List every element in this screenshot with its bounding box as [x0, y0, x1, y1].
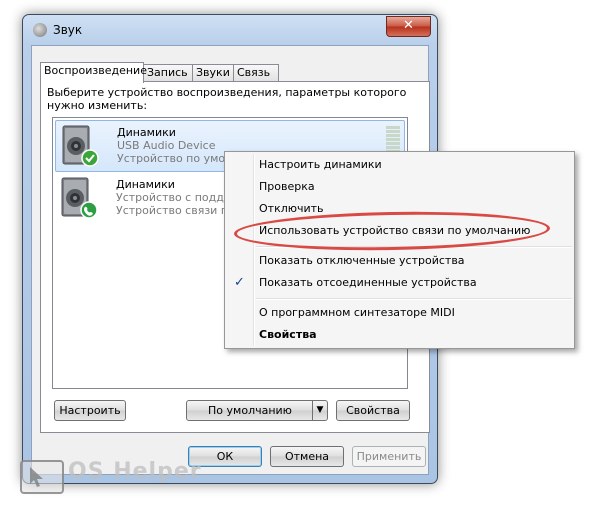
- set-default-split-button[interactable]: По умолчанию ▼: [186, 400, 328, 421]
- set-default-label: По умолчанию: [208, 404, 292, 417]
- tab-playback[interactable]: Воспроизведение: [40, 62, 147, 83]
- checkmark-icon: ✓: [234, 275, 245, 290]
- device-context-menu: Настроить динамики Проверка Отключить Ис…: [224, 151, 575, 349]
- menu-item-test[interactable]: Проверка: [259, 176, 315, 198]
- menu-item-midi-synth[interactable]: О программном синтезаторе MIDI: [259, 302, 455, 324]
- menu-item-show-disabled[interactable]: Показать отключенные устройства: [259, 250, 465, 272]
- green-check-icon: [81, 149, 99, 167]
- device-status: Устройство связи по: [116, 204, 235, 217]
- watermark-text: OS Helper: [68, 459, 202, 484]
- close-button[interactable]: ✕: [386, 16, 431, 37]
- speaker-app-icon: [33, 23, 47, 37]
- apply-button[interactable]: Применить: [352, 446, 426, 467]
- tab-recording[interactable]: Запись: [143, 64, 194, 82]
- menu-separator: [256, 298, 572, 300]
- menu-item-show-disconnected[interactable]: Показать отсоединенные устройства: [259, 272, 477, 294]
- device-name: Динамики: [116, 178, 175, 191]
- tab-communications[interactable]: Связь: [233, 64, 279, 82]
- menu-item-configure-speakers[interactable]: Настроить динамики: [259, 154, 382, 176]
- device-status: Устройство по умолч: [117, 152, 239, 165]
- configure-button[interactable]: Настроить: [54, 400, 126, 421]
- instruction-text: Выберите устройство воспроизведения, пар…: [47, 86, 407, 112]
- speaker-device-icon: [61, 177, 98, 219]
- device-description: USB Audio Device: [117, 139, 216, 152]
- device-description: Устройство с подде: [116, 191, 231, 204]
- cancel-button[interactable]: Отмена: [270, 446, 344, 467]
- chevron-down-icon[interactable]: ▼: [312, 401, 327, 420]
- title-bar[interactable]: Звук ✕: [23, 15, 437, 45]
- menu-item-properties[interactable]: Свойства: [259, 324, 317, 346]
- speaker-device-icon: [62, 125, 99, 167]
- device-name: Динамики: [117, 126, 176, 139]
- window-title: Звук: [53, 23, 83, 37]
- phone-icon: [80, 201, 98, 219]
- properties-button[interactable]: Свойства: [336, 400, 410, 421]
- tab-sounds[interactable]: Звуки: [192, 64, 236, 82]
- cursor-logo-icon: [20, 460, 64, 494]
- watermark-logo: OS Helper: [20, 456, 220, 496]
